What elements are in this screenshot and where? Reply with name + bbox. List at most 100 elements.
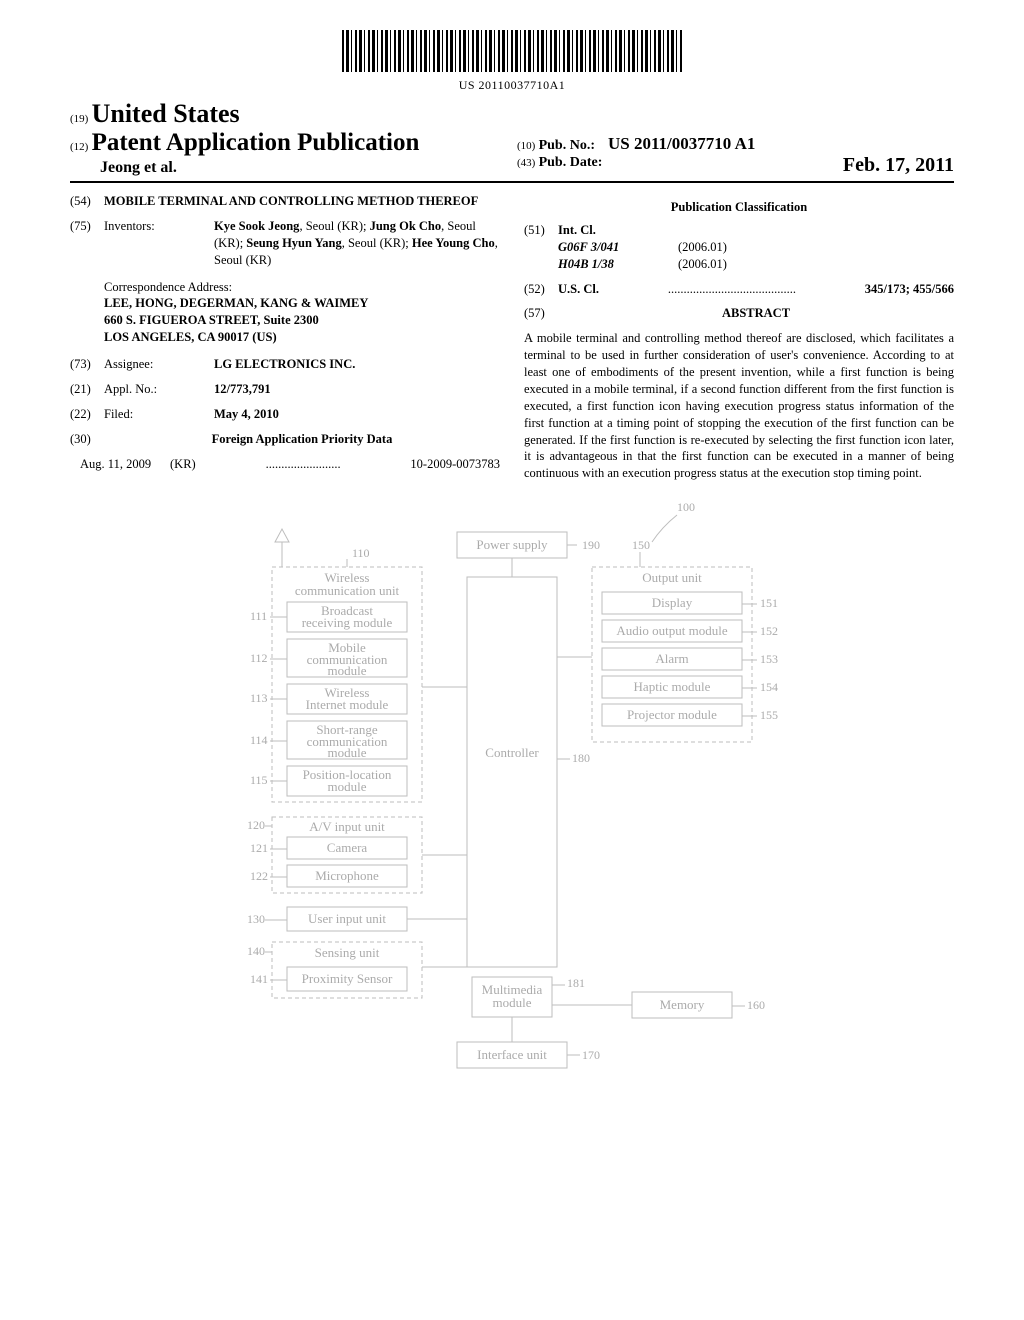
header-right: (10) Pub. No.: US 2011/0037710 A1 (43) P… <box>507 106 954 177</box>
svg-text:module: module <box>328 779 367 794</box>
svg-text:module: module <box>328 663 367 678</box>
ref-151: 151 <box>760 596 778 610</box>
bibliographic-section: (54) MOBILE TERMINAL AND CONTROLLING MET… <box>70 193 954 482</box>
row-appl-no: (21) Appl. No.: 12/773,791 <box>70 381 500 398</box>
row-uscl: (52) U.S. Cl. ..........................… <box>524 281 954 298</box>
ref-170: 170 <box>582 1048 600 1062</box>
ref-160: 160 <box>747 998 765 1012</box>
biblio-left-column: (54) MOBILE TERMINAL AND CONTROLLING MET… <box>70 193 500 482</box>
label-userinput: User input unit <box>308 911 386 926</box>
title-tag: (54) <box>70 193 104 210</box>
ref-110: 110 <box>352 546 370 560</box>
uscl-tag: (52) <box>524 281 558 298</box>
label-av: A/V input unit <box>309 819 385 834</box>
svg-text:receiving module: receiving module <box>302 615 393 630</box>
ref-120: 120 <box>247 818 265 832</box>
inventor-name-3: Seung Hyun Yang <box>246 236 341 250</box>
inventors-tag: (75) <box>70 218 104 269</box>
intcl-year-0: (2006.01) <box>678 239 727 256</box>
label-projector: Projector module <box>627 707 717 722</box>
appl-tag: (21) <box>70 381 104 398</box>
ref-190: 190 <box>582 538 600 552</box>
label-proximity: Proximity Sensor <box>302 971 393 986</box>
correspondence-city: LOS ANGELES, CA 90017 (US) <box>104 329 500 346</box>
biblio-right-column: Publication Classification (51) Int. Cl.… <box>524 193 954 482</box>
ref-150: 150 <box>632 538 650 552</box>
ref-153: 153 <box>760 652 778 666</box>
ref-100: 100 <box>677 500 695 514</box>
uscl-dots: ........................................… <box>599 281 865 298</box>
intcl-tag: (51) <box>524 222 558 273</box>
ref-121: 121 <box>250 841 268 855</box>
filed-label: Filed: <box>104 406 214 423</box>
correspondence-street: 660 S. FIGUEROA STREET, Suite 2300 <box>104 312 500 329</box>
svg-text:Internet module: Internet module <box>306 697 389 712</box>
row-intcl: (51) Int. Cl. G06F 3/041 (2006.01) H04B … <box>524 222 954 273</box>
abstract-text: A mobile terminal and controlling method… <box>524 330 954 482</box>
ref-155: 155 <box>760 708 778 722</box>
pub-no-value: US 2011/0037710 A1 <box>608 134 755 153</box>
svg-text:module: module <box>328 745 367 760</box>
row-filed: (22) Filed: May 4, 2010 <box>70 406 500 423</box>
ref-112: 112 <box>250 651 268 665</box>
label-haptic: Haptic module <box>634 679 711 694</box>
barcode-graphic <box>342 30 682 72</box>
foreign-heading: Foreign Application Priority Data <box>104 431 500 448</box>
ref-141: 141 <box>250 972 268 986</box>
ref-181: 181 <box>567 976 585 990</box>
assignee-tag: (73) <box>70 356 104 373</box>
assignee-label: Assignee: <box>104 356 214 373</box>
row-foreign-data: Aug. 11, 2009 (KR) .....................… <box>80 456 500 473</box>
filed-tag: (22) <box>70 406 104 423</box>
ref-180: 180 <box>572 751 590 765</box>
header-inventor-line: Jeong et al. <box>70 159 507 177</box>
block-diagram-figure: 100 Power supply 190 Controller 180 Mult… <box>70 497 954 1091</box>
ref-113: 113 <box>250 691 268 705</box>
row-inventors: (75) Inventors: Kye Sook Jeong, Seoul (K… <box>70 218 500 269</box>
inventors-label: Inventors: <box>104 218 214 269</box>
pub-date-value: Feb. 17, 2011 <box>843 154 954 177</box>
country-tag: (19) <box>70 113 88 125</box>
row-title: (54) MOBILE TERMINAL AND CONTROLLING MET… <box>70 193 500 210</box>
inventor-name-2: Jung Ok Cho <box>370 219 442 233</box>
intcl-code-0: G06F 3/041 <box>558 239 678 256</box>
foreign-tag: (30) <box>70 431 104 448</box>
label-camera: Camera <box>327 840 368 855</box>
foreign-country: (KR) <box>170 456 196 473</box>
abstract-label: ABSTRACT <box>558 305 954 322</box>
correspondence-heading: Correspondence Address: <box>104 279 500 296</box>
label-power: Power supply <box>476 537 548 552</box>
ref-111: 111 <box>250 609 267 623</box>
inventors-value: Kye Sook Jeong, Seoul (KR); Jung Ok Cho,… <box>214 218 500 269</box>
pub-tag: (12) <box>70 141 88 153</box>
figure-svg: 100 Power supply 190 Controller 180 Mult… <box>232 497 792 1087</box>
label-controller: Controller <box>485 745 539 760</box>
ref-140: 140 <box>247 944 265 958</box>
ref-130: 130 <box>247 912 265 926</box>
inventor-name-4: Hee Young Cho <box>412 236 495 250</box>
invention-title: MOBILE TERMINAL AND CONTROLLING METHOD T… <box>104 193 478 210</box>
correspondence-block: Correspondence Address: LEE, HONG, DEGER… <box>104 279 500 347</box>
label-audio: Audio output module <box>616 623 727 638</box>
label-interface: Interface unit <box>477 1047 547 1062</box>
intcl-year-1: (2006.01) <box>678 256 727 273</box>
ref-115: 115 <box>250 773 268 787</box>
intcl-label: Int. Cl. <box>558 222 954 239</box>
label-alarm: Alarm <box>655 651 688 666</box>
label-multimedia-2: module <box>493 995 532 1010</box>
uscl-label: U.S. Cl. <box>558 281 599 298</box>
row-foreign-heading: (30) Foreign Application Priority Data <box>70 431 500 448</box>
pub-no-label: Pub. No.: <box>539 138 595 153</box>
label-wcu-2: communication unit <box>295 583 400 598</box>
label-sensing: Sensing unit <box>315 945 380 960</box>
barcode-label: US 20110037710A1 <box>70 78 954 93</box>
pub-no-tag: (10) <box>517 140 535 152</box>
label-display: Display <box>652 595 693 610</box>
label-memory: Memory <box>660 997 705 1012</box>
pub-date-label: Pub. Date: <box>539 155 603 170</box>
label-output: Output unit <box>642 570 702 585</box>
assignee-value: LG ELECTRONICS INC. <box>214 356 500 373</box>
row-abstract-heading: (57) ABSTRACT <box>524 305 954 322</box>
patent-page: US 20110037710A1 (19) United States (12)… <box>0 0 1024 1320</box>
uscl-value: 345/173; 455/566 <box>865 281 954 298</box>
